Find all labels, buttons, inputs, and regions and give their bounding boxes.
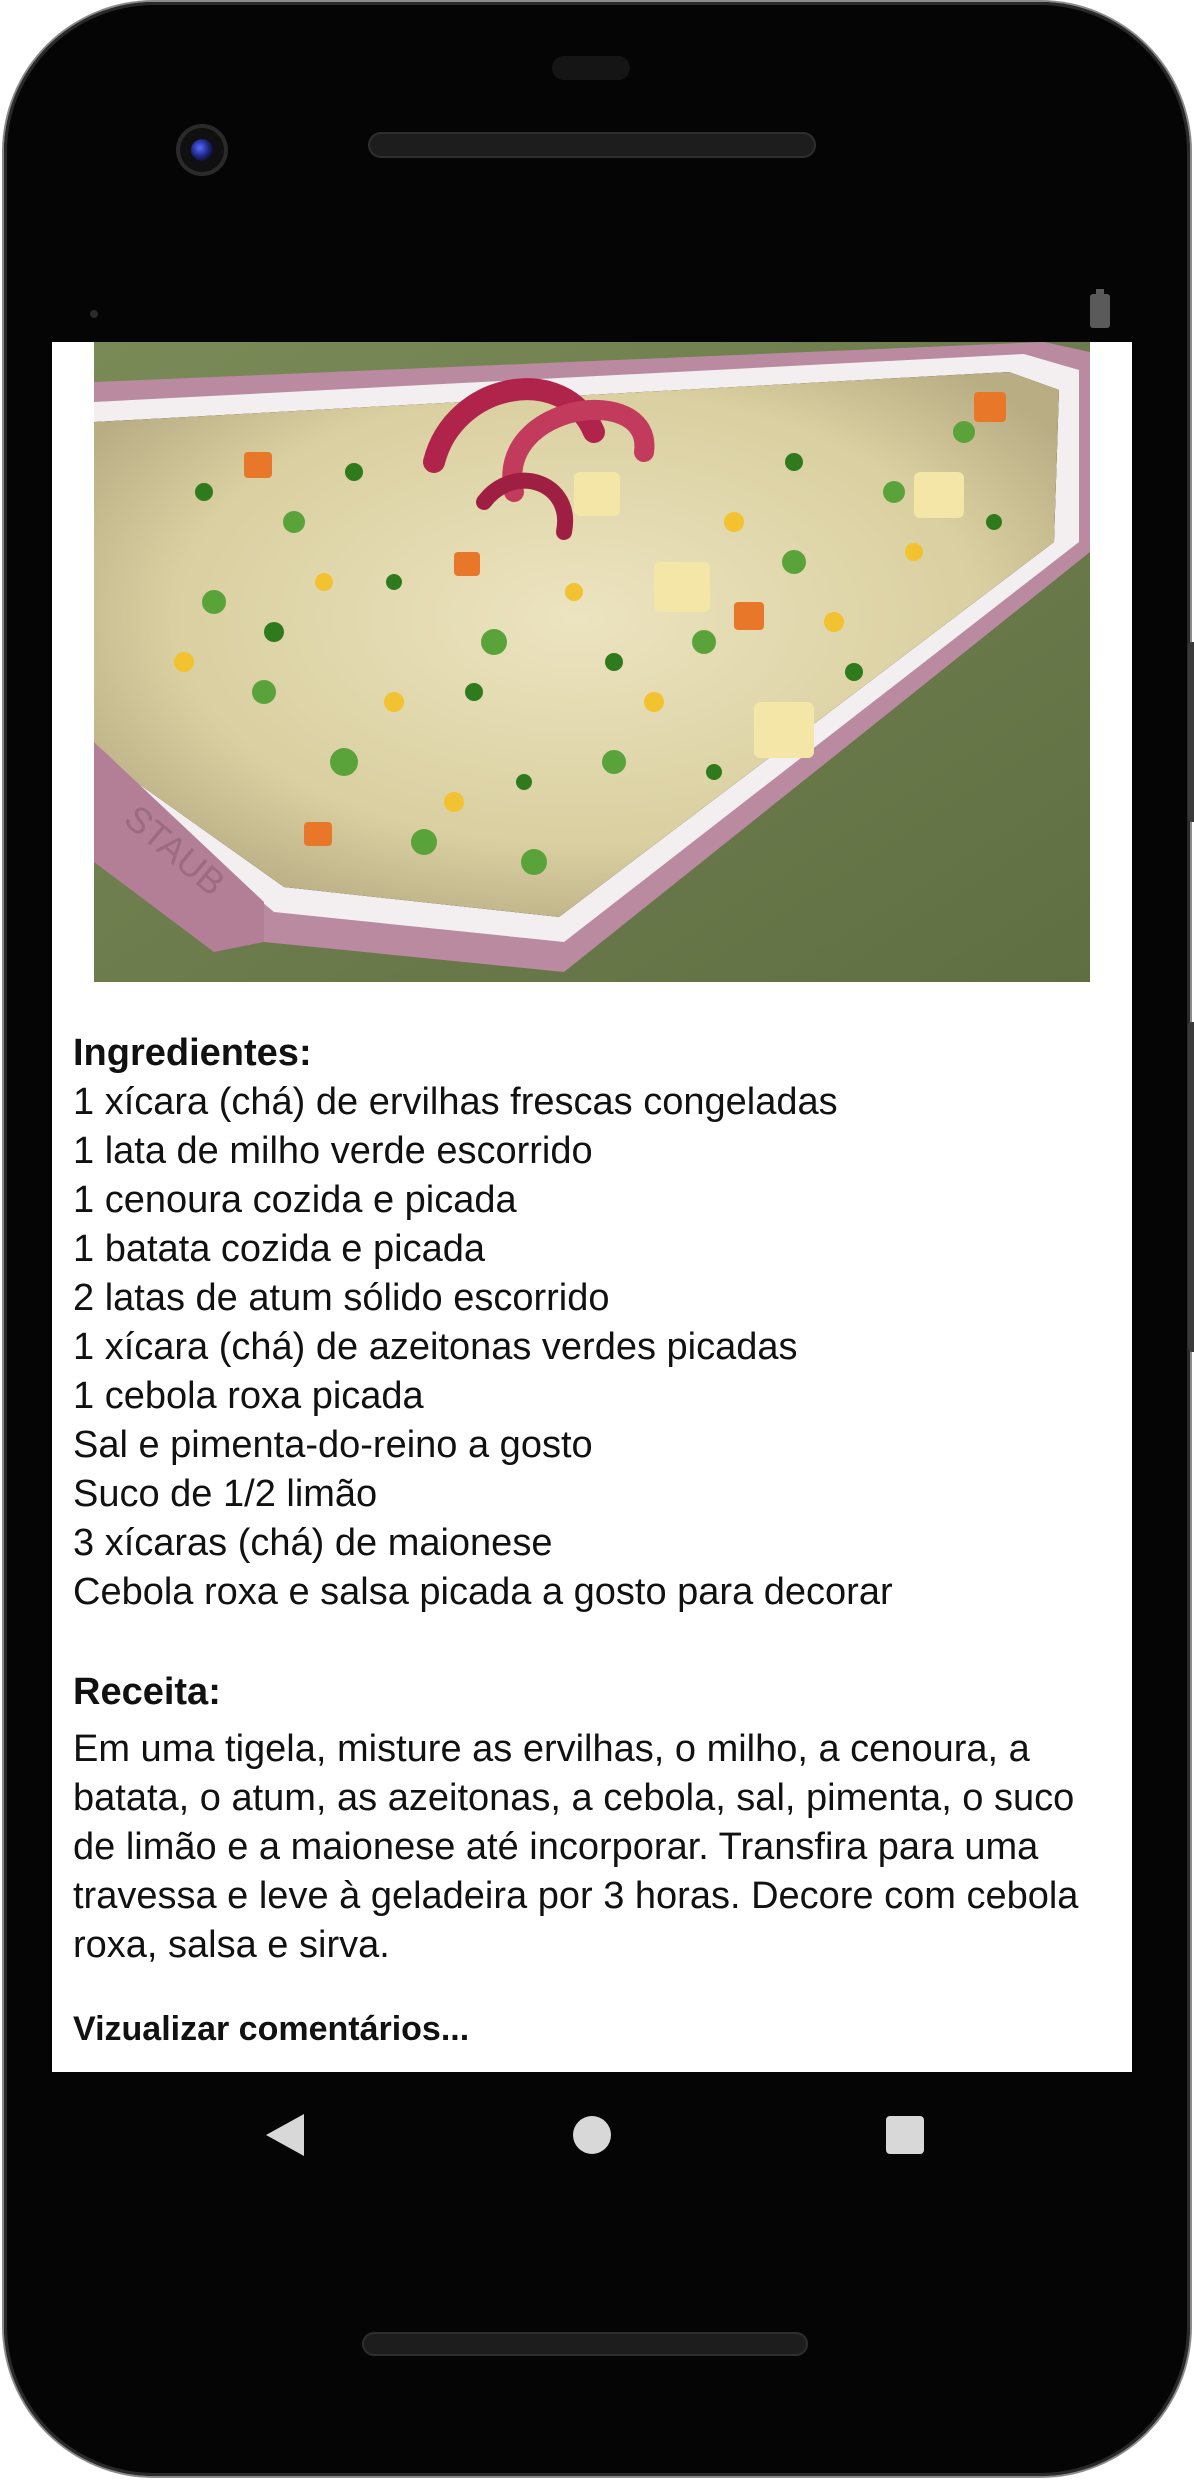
ingredient-item: 1 xícara (chá) de ervilhas frescas conge… bbox=[73, 1081, 838, 1123]
ingredient-item: Suco de 1/2 limão bbox=[73, 1473, 378, 1515]
navigation-bar bbox=[52, 2080, 1132, 2190]
home-icon[interactable] bbox=[557, 2100, 627, 2170]
bottom-speaker bbox=[362, 2332, 808, 2356]
recipe-image: STAUB bbox=[94, 342, 1090, 982]
view-comments-link[interactable]: Vizualizar comentários... bbox=[73, 2006, 1113, 2052]
ingredient-item: 1 xícara (chá) de azeitonas verdes picad… bbox=[73, 1326, 798, 1368]
battery-icon bbox=[1090, 289, 1110, 328]
volume-button bbox=[1188, 1022, 1194, 1352]
ingredient-item: 1 cebola roxa picada bbox=[73, 1375, 424, 1417]
ingredients-heading: Ingredientes: bbox=[73, 1032, 312, 1074]
back-icon[interactable] bbox=[250, 2100, 320, 2170]
ingredient-item: 1 batata cozida e picada bbox=[73, 1228, 485, 1270]
status-bar bbox=[52, 289, 1132, 342]
earpiece-speaker bbox=[368, 132, 816, 158]
ingredient-item: Sal e pimenta-do-reino a gosto bbox=[73, 1424, 593, 1466]
ingredient-item: 1 cenoura cozida e picada bbox=[73, 1179, 517, 1221]
ingredient-item: 1 lata de milho verde escorrido bbox=[73, 1130, 593, 1172]
method-text: Em uma tigela, misture as ervilhas, o mi… bbox=[73, 1728, 1079, 1966]
ingredient-item: Cebola roxa e salsa picada a gosto para … bbox=[73, 1571, 893, 1613]
power-button bbox=[1188, 642, 1194, 822]
app-screen: STAUB Ingredientes: 1 xícara (chá) de er… bbox=[52, 342, 1132, 2072]
ingredient-item: 3 xícaras (chá) de maionese bbox=[73, 1522, 553, 1564]
method-heading: Receita: bbox=[73, 1671, 221, 1713]
recents-icon[interactable] bbox=[870, 2100, 940, 2170]
ingredient-item: 2 latas de atum sólido escorrido bbox=[73, 1277, 610, 1319]
recipe-content: Ingredientes: 1 xícara (chá) de ervilhas… bbox=[73, 1028, 1113, 2052]
front-camera-icon bbox=[176, 124, 228, 176]
notification-dot-icon bbox=[90, 310, 98, 318]
sensor bbox=[552, 56, 630, 80]
